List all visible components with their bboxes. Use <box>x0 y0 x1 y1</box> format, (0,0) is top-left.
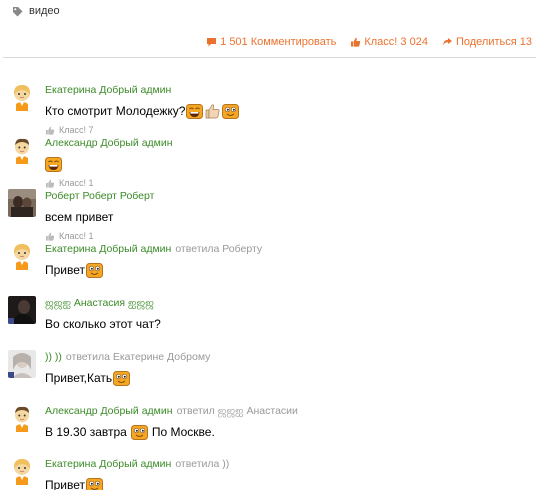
comment-button[interactable]: 1 501 Комментировать <box>206 36 336 48</box>
girl-avatar-icon[interactable] <box>8 83 36 111</box>
comment-text-content: всем привет <box>45 210 114 224</box>
like-small-icon <box>45 126 55 135</box>
comment-text: Привет,Кать <box>45 368 533 388</box>
comment-author[interactable]: Роберт Роберт Роберт <box>45 190 154 202</box>
comment-text-content: Привет <box>45 478 86 490</box>
comment-author[interactable]: Александр Добрый админ <box>45 137 173 149</box>
comment-text: В 19.30 завтра По Москве. <box>45 422 533 442</box>
comment-author[interactable]: Екатерина Добрый админ <box>45 84 171 96</box>
girl-avatar-icon[interactable] <box>8 242 36 270</box>
girl-avatar-icon[interactable] <box>8 457 36 485</box>
like-small-icon <box>45 232 55 241</box>
smiling-face-icon <box>86 478 103 490</box>
dark-photo-avatar[interactable] <box>8 296 36 324</box>
topic-tag[interactable]: видео <box>12 3 60 19</box>
laughing-face-icon <box>186 104 203 119</box>
share-icon <box>442 38 452 46</box>
comment-text: Во сколько этот чат? <box>45 314 533 334</box>
comment-text-content: Кто смотрит Молодежку? <box>45 104 186 118</box>
comment-text: Привет <box>45 260 533 280</box>
like-button[interactable]: Класс! 3 024 <box>350 36 428 48</box>
boy-avatar-icon[interactable] <box>8 404 36 432</box>
divider <box>3 57 536 58</box>
smiling-face-icon <box>86 263 103 278</box>
reply-to-label[interactable]: ответила Екатерине Доброму <box>66 351 211 363</box>
share-count: Поделиться 13 <box>455 36 532 48</box>
post-stats-bar: 1 501 Комментировать Класс! 3 024 Подели… <box>192 34 532 50</box>
comment-like-count: Класс! 7 <box>59 125 94 135</box>
light-photo-avatar[interactable] <box>8 350 36 378</box>
comment-text: всем привет <box>45 207 533 227</box>
thumbs-up-icon <box>204 103 221 119</box>
smiling-face-icon <box>222 104 239 119</box>
comment-text-content: Во сколько этот чат? <box>45 317 161 331</box>
comment-author[interactable]: Александр Добрый админ <box>45 405 173 417</box>
comment-icon <box>207 38 217 47</box>
smiling-face-icon <box>113 371 130 386</box>
boy-avatar-icon[interactable] <box>8 136 36 164</box>
comment-text: Кто смотрит Молодежку? <box>45 101 533 121</box>
like-icon <box>351 37 361 47</box>
like-small-icon <box>45 179 55 188</box>
comment-author[interactable]: )) )) <box>45 351 62 363</box>
comment-like-button[interactable]: Класс! 1 <box>45 177 533 189</box>
reply-to-label[interactable]: ответила )) <box>175 458 229 470</box>
comment-author[interactable]: Екатерина Добрый админ <box>45 458 171 470</box>
comment-like-button[interactable]: Класс! 1 <box>45 230 533 242</box>
comment-text-content: Привет,Кать <box>45 371 113 385</box>
topic-tag-label: видео <box>29 5 60 17</box>
comment-text-content: В 19.30 завтра <box>45 425 127 439</box>
comment-like-count: Класс! 1 <box>59 231 94 241</box>
comment-text <box>45 154 533 174</box>
photo-avatar[interactable] <box>8 189 36 217</box>
reply-to-label[interactable]: ответил ஜஜஐ Анастасии <box>177 405 298 417</box>
comment-text-content: Привет <box>45 263 86 277</box>
comment-like-button[interactable]: Класс! 7 <box>45 124 533 136</box>
comment-text: Привет <box>45 475 533 490</box>
smiling-face-icon <box>131 425 148 440</box>
reply-to-label[interactable]: ответила Роберту <box>175 243 262 255</box>
tag-icon <box>13 6 23 16</box>
comment-text-after: По Москве. <box>151 425 215 439</box>
comment-author[interactable]: ஜஜஐ Анастасия ஐஜஜ <box>45 297 154 309</box>
like-count: Класс! 3 024 <box>364 36 428 48</box>
comment-count: 1 501 Комментировать <box>220 36 337 48</box>
comment-author[interactable]: Екатерина Добрый админ <box>45 243 171 255</box>
share-button[interactable]: Поделиться 13 <box>442 36 532 48</box>
comment-like-count: Класс! 1 <box>59 178 94 188</box>
laughing-face-icon <box>45 157 62 172</box>
